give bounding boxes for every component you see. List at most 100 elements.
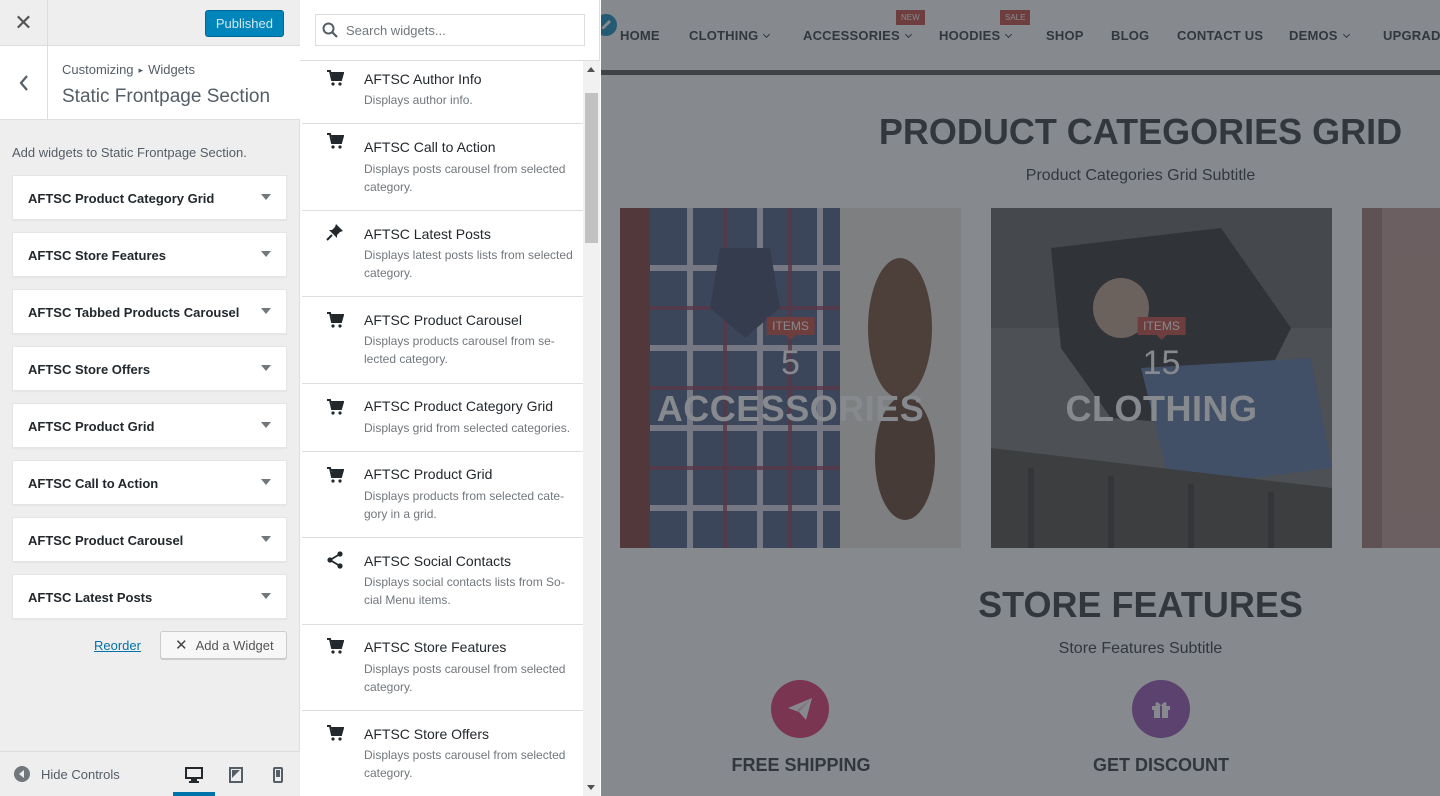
cart-icon (327, 638, 344, 654)
chevron-down-icon (763, 30, 771, 39)
section-title-bar: Customizing ▸ Widgets Static Frontpage Sec… (0, 46, 300, 120)
publish-button[interactable]: Published (204, 10, 284, 37)
widgets-scrollbar[interactable] (583, 61, 600, 796)
reorder-link[interactable]: Reorder (94, 638, 141, 653)
available-widget-description: Displays posts carousel from selected ca… (364, 162, 566, 194)
available-widget[interactable]: AFTSC Product Grid Displays products fro… (302, 452, 584, 538)
available-widget[interactable]: AFTSC Product Carousel Displays products… (302, 297, 584, 384)
category-name: CLOTHING (1065, 388, 1258, 429)
categories-subtitle: Product Categories Grid Subtitle (1025, 167, 1256, 184)
search-icon (322, 22, 338, 38)
available-widgets-panel: AFTSC Author Info Displays author info. … (300, 0, 600, 796)
nav-item-contact-us[interactable]: CONTACT US (1177, 28, 1263, 43)
paper-plane-icon (788, 698, 812, 720)
widget-item-label: AFTSC Product Category Grid (28, 191, 215, 206)
widget-item[interactable]: AFTSC Product Category Grid (12, 175, 287, 220)
desktop-preview-button[interactable] (185, 766, 203, 784)
category-card-accessories[interactable]: ITEMS 5 ACCESSORIES (620, 208, 961, 548)
caret-down-icon[interactable] (261, 194, 271, 200)
add-widget-button[interactable]: ✕ Add a Widget (160, 631, 287, 659)
widget-item[interactable]: AFTSC Call to Action (12, 460, 287, 505)
available-widget-description: Displays author info. (364, 93, 473, 107)
edit-shortcut-icon[interactable] (601, 12, 619, 38)
close-icon: ✕ (14, 10, 33, 35)
items-badge: ITEMS (1137, 317, 1186, 340)
back-button[interactable] (0, 46, 48, 119)
cart-icon (327, 467, 344, 483)
scroll-thumb[interactable] (585, 93, 598, 243)
nav-item-upgrade[interactable]: UPGRADE (1383, 28, 1440, 43)
available-widget-description: Displays posts carousel from selected ca… (364, 748, 566, 780)
hide-controls-button[interactable]: Hide Controls (14, 766, 120, 782)
available-widget-title: AFTSC Store Features (364, 639, 507, 655)
active-device-indicator (173, 792, 215, 796)
scroll-down-arrow-icon[interactable] (587, 785, 595, 790)
caret-down-icon[interactable] (261, 593, 271, 599)
caret-down-icon[interactable] (261, 251, 271, 257)
cart-icon (327, 725, 344, 741)
widget-item[interactable]: AFTSC Latest Posts (12, 574, 287, 619)
nav-item-home[interactable]: HOME (620, 28, 660, 43)
chevron-down-icon (1342, 30, 1350, 39)
available-widget[interactable]: AFTSC Product Category Grid Displays gri… (302, 384, 584, 452)
category-card-clothing[interactable]: ITEMS 15 CLOTHING (991, 208, 1332, 548)
widget-item-label: AFTSC Store Offers (28, 362, 151, 377)
available-widget-description: Displays products carousel from se-lecte… (364, 334, 555, 366)
available-widget[interactable]: AFTSC Social Contacts Displays social co… (302, 538, 584, 625)
available-widget-title: AFTSC Latest Posts (364, 226, 491, 242)
caret-down-icon[interactable] (261, 365, 271, 371)
site-preview: HOME CLOTHING ACCESSORIES NEW HOODIES SA… (601, 0, 1440, 796)
cart-icon (327, 133, 344, 149)
get-discount-circle (1132, 680, 1190, 738)
widget-item[interactable]: AFTSC Tabbed Products Carousel (12, 289, 287, 334)
widget-item-label: AFTSC Product Carousel (28, 533, 184, 548)
chevron-down-icon (1005, 30, 1013, 39)
available-widget-description: Displays grid from selected categories. (364, 421, 571, 435)
caret-down-icon[interactable] (261, 536, 271, 542)
tablet-preview-button[interactable] (227, 766, 245, 784)
new-badge: NEW (896, 10, 925, 25)
available-widget[interactable]: AFTSC Store Features Displays posts caro… (302, 625, 584, 711)
mobile-preview-button[interactable] (269, 766, 287, 784)
cart-icon (327, 70, 344, 86)
cart-icon (327, 399, 344, 415)
available-widget-description: Displays products from selected cate-gor… (364, 489, 565, 521)
collapse-arrow-icon (14, 766, 30, 782)
available-widget-title: AFTSC Store Offers (364, 726, 489, 742)
customizer-header: ✕ Published (0, 0, 300, 46)
widget-item[interactable]: AFTSC Store Offers (12, 346, 287, 391)
available-widget-title: AFTSC Author Info (364, 71, 482, 87)
cart-icon (327, 312, 344, 328)
available-widget[interactable]: AFTSC Latest Posts Displays latest posts… (302, 211, 584, 297)
widget-item-label: AFTSC Latest Posts (28, 590, 153, 605)
available-widget[interactable]: AFTSC Author Info Displays author info. (302, 61, 584, 124)
nav-item-clothing[interactable]: CLOTHING (689, 28, 771, 43)
nav-item-accessories[interactable]: ACCESSORIES (803, 28, 912, 43)
category-image (1362, 208, 1440, 548)
chevron-left-icon (19, 74, 28, 91)
widget-item[interactable]: AFTSC Product Carousel (12, 517, 287, 562)
caret-down-icon[interactable] (261, 422, 271, 428)
available-widget[interactable]: AFTSC Call to Action Displays posts caro… (302, 124, 584, 211)
add-widget-label: Add a Widget (195, 637, 274, 653)
scroll-up-arrow-icon[interactable] (587, 67, 595, 72)
close-icon: ✕ (175, 637, 188, 654)
features-title: STORE FEATURES (978, 584, 1303, 625)
widget-item[interactable]: AFTSC Store Features (12, 232, 287, 277)
available-widget-description: Displays latest posts lists from selecte… (364, 248, 573, 280)
nav-item-hoodies[interactable]: HOODIES (939, 28, 1013, 43)
nav-item-blog[interactable]: BLOG (1111, 28, 1149, 43)
caret-down-icon[interactable] (261, 308, 271, 314)
search-widgets-input[interactable] (315, 14, 585, 46)
category-card-partial[interactable] (1362, 208, 1440, 548)
nav-item-shop[interactable]: SHOP (1046, 28, 1084, 43)
breadcrumb-arrow-icon: ▸ (138, 65, 144, 75)
category-count: 15 (1142, 344, 1181, 382)
widget-item[interactable]: AFTSC Product Grid (12, 403, 287, 448)
pin-icon (326, 224, 343, 241)
available-widget[interactable]: AFTSC Store Offers Displays posts carous… (302, 711, 584, 796)
nav-item-demos[interactable]: DEMOS (1289, 28, 1350, 43)
close-customizer-button[interactable]: ✕ (0, 0, 48, 46)
caret-down-icon[interactable] (261, 479, 271, 485)
desktop-icon (185, 767, 203, 783)
